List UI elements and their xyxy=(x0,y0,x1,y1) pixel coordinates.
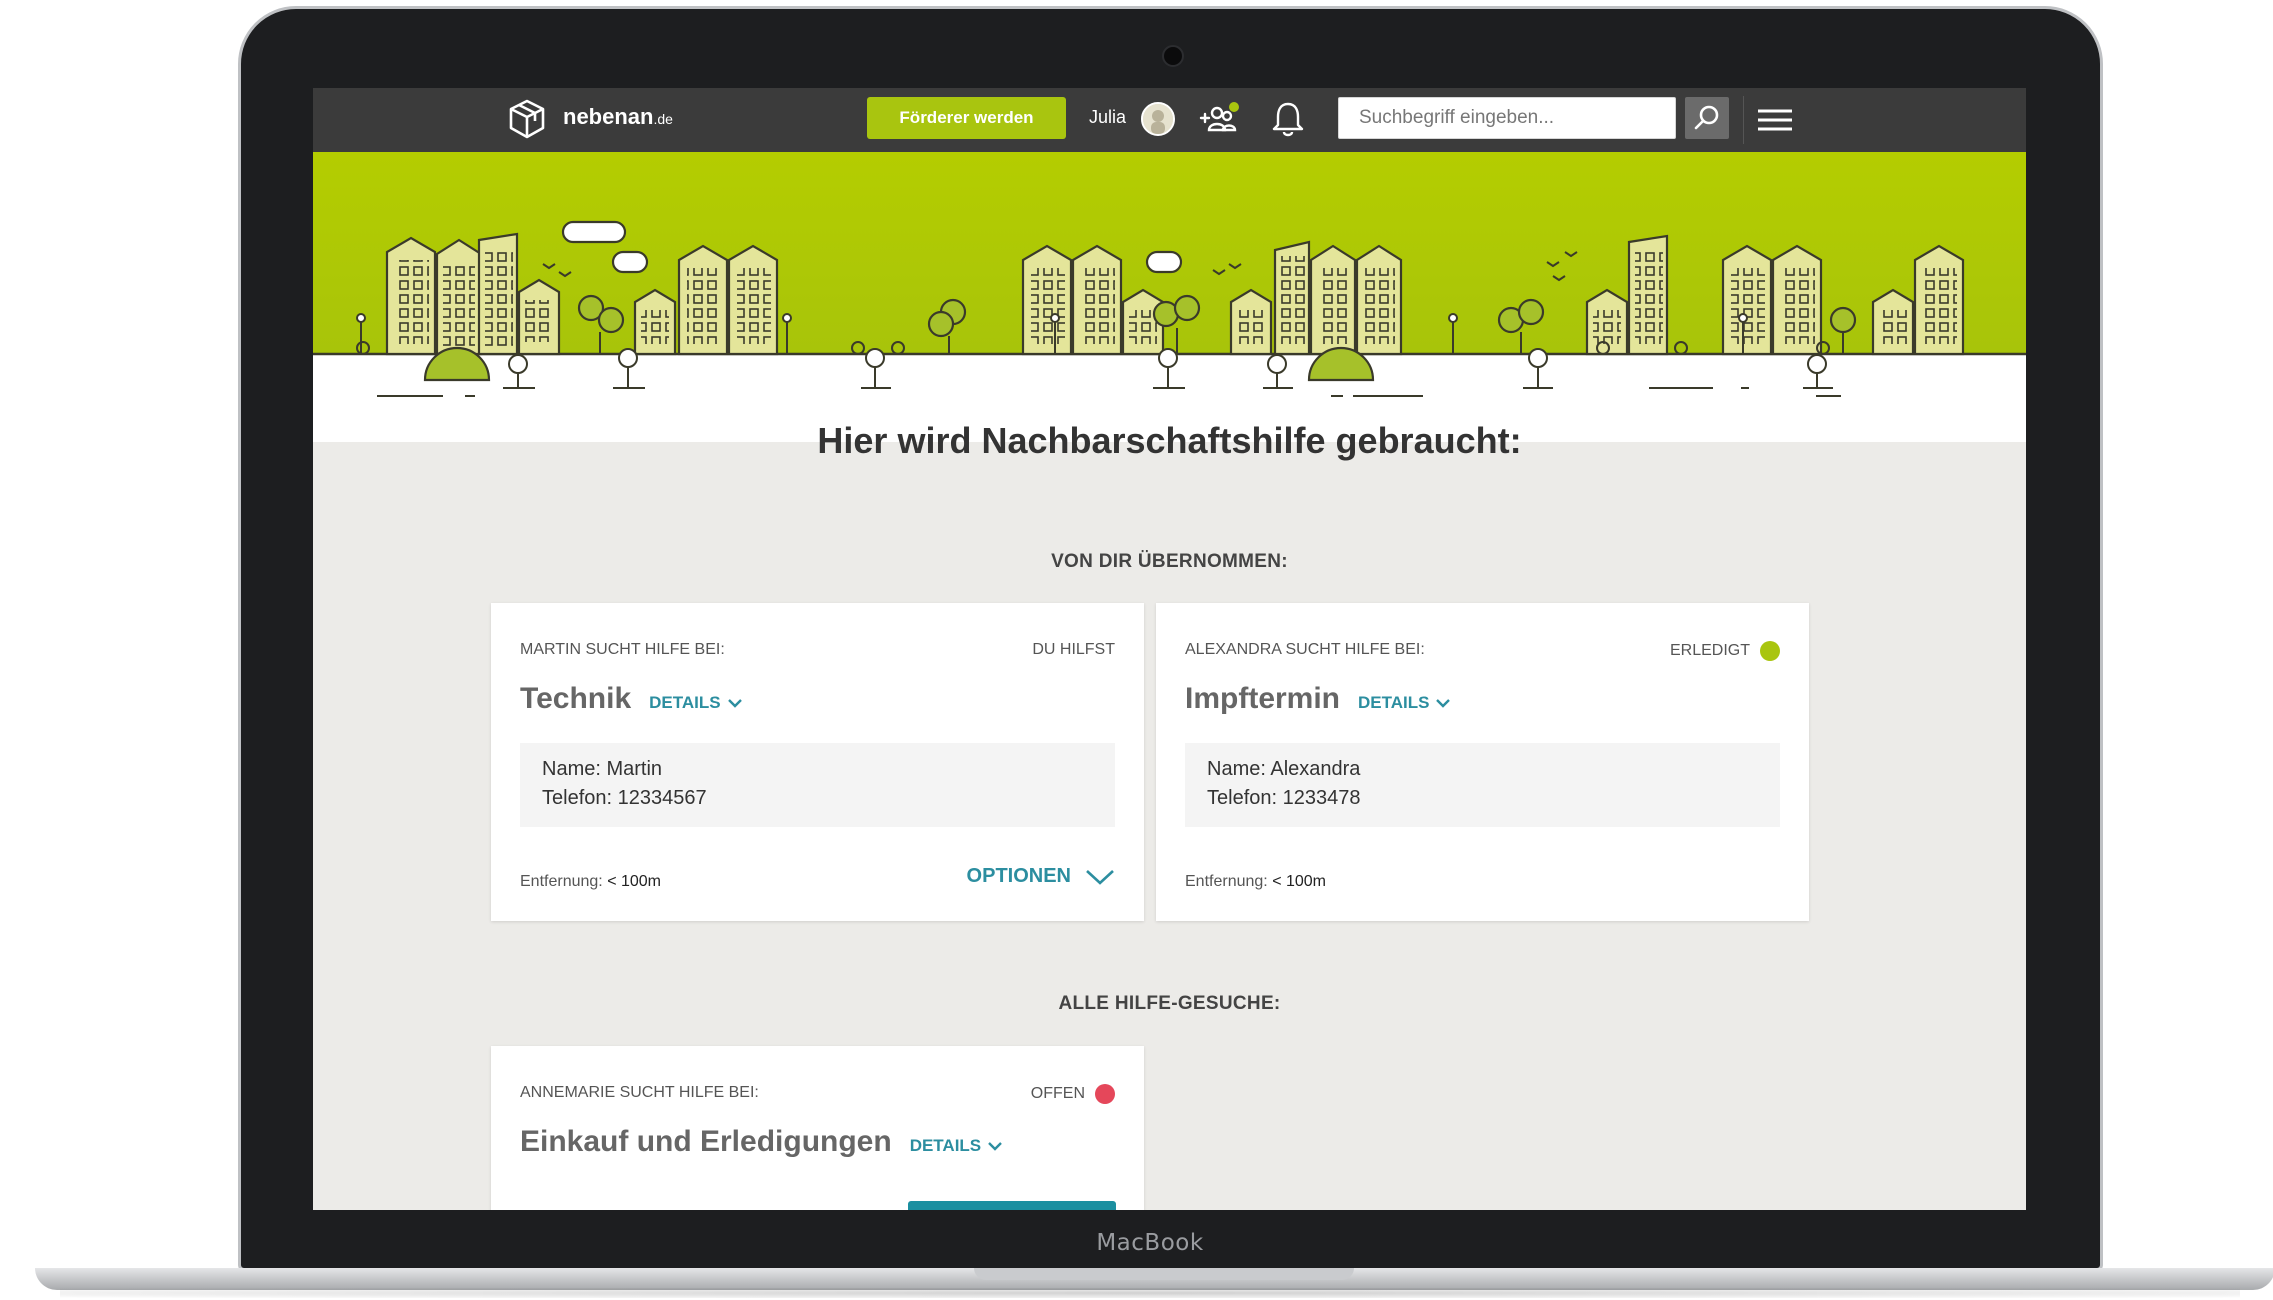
status-badge: OFFEN xyxy=(1031,1084,1115,1104)
category-title: Technik xyxy=(520,682,632,715)
category-title: Einkauf und Erledigungen xyxy=(520,1125,892,1158)
help-action-button[interactable] xyxy=(908,1201,1116,1210)
device-brand-label: MacBook xyxy=(1096,1230,1204,1256)
details-toggle[interactable]: DETAILS xyxy=(649,693,742,713)
status-dot-open xyxy=(1095,1084,1115,1104)
chevron-down-icon xyxy=(1086,869,1114,885)
contact-phone: Telefon: 12334567 xyxy=(542,787,707,809)
cube-logo-icon[interactable] xyxy=(505,97,549,141)
distance: Entfernung: < 100m xyxy=(1185,873,1326,891)
status-text: ERLEDIGT xyxy=(1669,642,1750,659)
user-name[interactable]: Julia xyxy=(1089,107,1126,128)
help-request-card-martin: MARTIN SUCHT HILFE BEI: DU HILFST Techni… xyxy=(491,603,1144,921)
details-label: DETAILS xyxy=(909,1136,982,1155)
avatar[interactable] xyxy=(1141,102,1175,136)
bell-icon[interactable] xyxy=(1265,96,1311,142)
chevron-down-icon xyxy=(988,1142,1003,1151)
category-title: Impftermin xyxy=(1185,682,1341,715)
chevron-down-icon xyxy=(1436,699,1451,708)
hero-banner: Hier wird Nachbarschaftshilfe gebraucht: xyxy=(313,152,2026,461)
status-text: OFFEN xyxy=(1030,1085,1085,1102)
nav-divider xyxy=(1743,96,1744,144)
help-request-card-alexandra: ALEXANDRA SUCHT HILFE BEI: ERLEDIGT Impf… xyxy=(1156,603,1809,921)
section-all-label: ALLE HILFE-GESUCHE: xyxy=(1058,993,1281,1014)
details-label: DETAILS xyxy=(649,693,721,712)
contact-info-box: Name: Alexandra Telefon: 1233478 xyxy=(1185,743,1780,827)
hamburger-menu-icon[interactable] xyxy=(1755,100,1795,140)
camera-icon xyxy=(1162,45,1184,67)
requester-label: MARTIN SUCHT HILFE BEI: xyxy=(520,641,725,658)
status-text: DU HILFST xyxy=(1032,641,1115,658)
request-category: Technik DETAILS xyxy=(520,682,743,716)
avatar-image xyxy=(1143,104,1173,134)
add-neighbor-icon[interactable] xyxy=(1196,96,1242,142)
city-illustration xyxy=(313,152,2026,397)
contact-phone: Telefon: 1233478 xyxy=(1207,787,1361,809)
request-category: Einkauf und Erledigungen DETAILS xyxy=(520,1125,1003,1159)
logo-wordmark[interactable]: nebenan.de xyxy=(563,104,673,130)
distance-value: < 100m xyxy=(1272,873,1326,890)
details-toggle[interactable]: DETAILS xyxy=(910,1136,1003,1156)
laptop-notch xyxy=(974,1268,1354,1280)
request-category: Impftermin DETAILS xyxy=(1185,682,1451,716)
search-icon xyxy=(1694,105,1719,130)
become-supporter-button[interactable]: Förderer werden xyxy=(867,97,1066,139)
page-title: Hier wird Nachbarschaftshilfe gebraucht: xyxy=(817,420,1522,461)
options-label: OPTIONEN xyxy=(966,865,1071,887)
contact-name: Name: Martin xyxy=(542,758,663,780)
distance-label: Entfernung: xyxy=(1185,873,1268,890)
requester-label: ANNEMARIE SUCHT HILFE BEI: xyxy=(520,1084,759,1101)
details-toggle[interactable]: DETAILS xyxy=(1358,693,1451,713)
contact-info-box: Name: Martin Telefon: 12334567 xyxy=(520,743,1115,827)
search-input[interactable] xyxy=(1338,97,1676,139)
contact-name: Name: Alexandra xyxy=(1207,758,1361,780)
search-button[interactable] xyxy=(1685,97,1729,139)
options-toggle[interactable]: OPTIONEN xyxy=(967,865,1115,888)
distance-label: Entfernung: xyxy=(520,873,603,890)
status-dot-done xyxy=(1760,641,1780,661)
status-badge: ERLEDIGT xyxy=(1670,641,1780,661)
chevron-down-icon xyxy=(727,699,742,708)
distance-value: < 100m xyxy=(607,873,661,890)
top-navbar: nebenan.de Förderer werden Julia xyxy=(313,88,2026,152)
distance: Entfernung: < 100m xyxy=(520,873,661,891)
section-taken-label: VON DIR ÜBERNOMMEN: xyxy=(1051,551,1288,572)
status-badge: DU HILFST xyxy=(1032,641,1115,659)
laptop-shadow xyxy=(60,1288,2240,1298)
requester-label: ALEXANDRA SUCHT HILFE BEI: xyxy=(1185,641,1425,658)
details-label: DETAILS xyxy=(1358,693,1430,712)
app-screen: nebenan.de Förderer werden Julia Suchbeg… xyxy=(313,88,2026,1210)
help-request-card-annemarie: ANNEMARIE SUCHT HILFE BEI: OFFEN Einkauf… xyxy=(491,1046,1144,1210)
